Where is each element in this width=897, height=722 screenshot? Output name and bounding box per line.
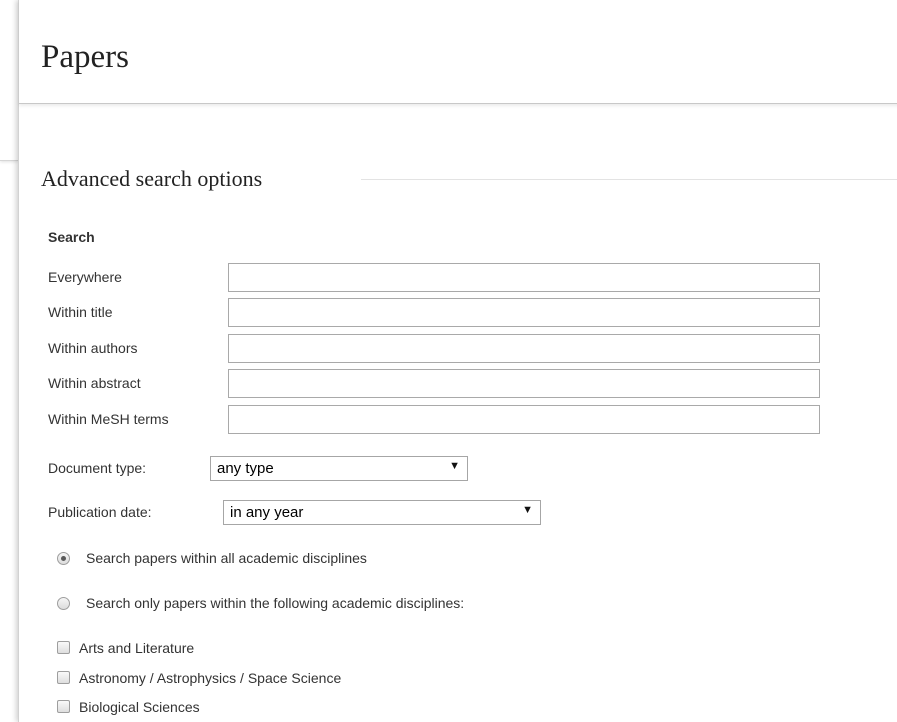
within-title-label: Within title [48, 304, 113, 320]
field-row-everywhere: Everywhere [48, 263, 828, 293]
discipline-label: Astronomy / Astrophysics / Space Science [79, 670, 342, 686]
within-authors-input[interactable] [228, 334, 820, 363]
document-type-select[interactable]: any type ▼ [210, 456, 468, 481]
field-row-mesh: Within MeSH terms [48, 405, 828, 435]
field-row-authors: Within authors [48, 334, 828, 364]
within-mesh-input[interactable] [228, 405, 820, 434]
triangle-down-icon: ▼ [522, 504, 533, 516]
checkbox[interactable] [57, 671, 70, 684]
triangle-down-icon: ▼ [449, 460, 460, 472]
within-abstract-input[interactable] [228, 369, 820, 398]
background-panel-edge [0, 0, 18, 161]
search-section-label: Search [48, 229, 95, 245]
document-type-value: any type [217, 460, 274, 477]
page-title: Papers [41, 39, 129, 75]
radio-selected-label: Search only papers within the following … [86, 595, 465, 611]
panel-header: Papers [19, 0, 897, 104]
advanced-search-fieldset: Advanced search options [41, 164, 897, 194]
field-row-abstract: Within abstract [48, 369, 828, 399]
everywhere-input[interactable] [228, 263, 820, 292]
within-authors-label: Within authors [48, 340, 138, 356]
within-mesh-label: Within MeSH terms [48, 411, 169, 427]
publication-date-label: Publication date: [48, 504, 152, 520]
discipline-label: Arts and Literature [79, 640, 195, 656]
publication-date-select[interactable]: in any year ▼ [223, 500, 541, 525]
everywhere-label: Everywhere [48, 269, 122, 285]
within-title-input[interactable] [228, 298, 820, 327]
checkbox[interactable] [57, 700, 70, 713]
publication-date-value: in any year [230, 504, 304, 521]
papers-panel: Papers Advanced search options Search Ev… [18, 0, 897, 722]
checkbox[interactable] [57, 641, 70, 654]
document-type-label: Document type: [48, 460, 147, 476]
field-row-title: Within title [48, 298, 828, 328]
radio-button[interactable] [57, 597, 70, 610]
discipline-label: Biological Sciences [79, 699, 200, 715]
radio-button-checked[interactable] [57, 552, 70, 565]
legend-divider [361, 179, 897, 180]
radio-all-label: Search papers within all academic discip… [86, 550, 367, 566]
advanced-search-legend: Advanced search options [41, 164, 273, 194]
within-abstract-label: Within abstract [48, 375, 141, 391]
